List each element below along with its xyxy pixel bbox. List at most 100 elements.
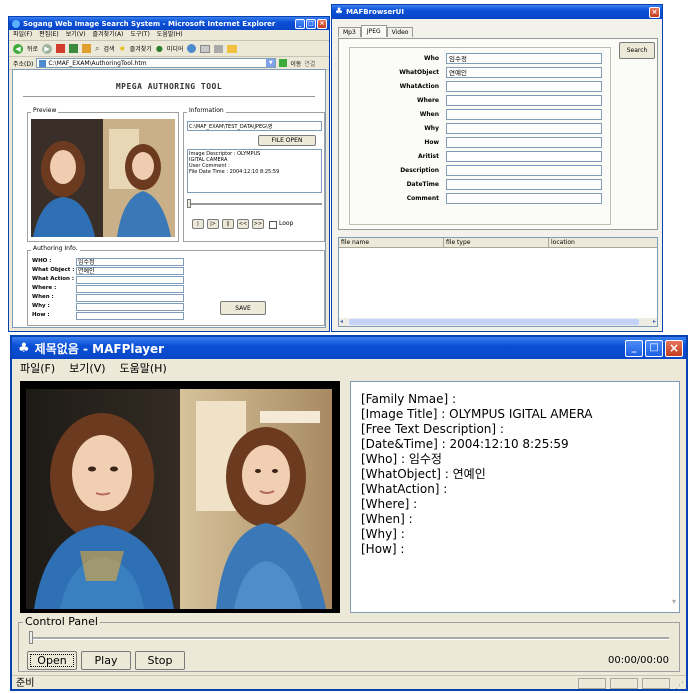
back-icon[interactable]: ◀ [13,43,23,54]
media-icon[interactable]: ● [156,44,163,53]
time-display: 00:00/00:00 [607,655,669,666]
tab-video[interactable]: Video [386,27,414,37]
ie-titlebar[interactable]: Sogang Web Image Search System - Microso… [9,17,329,30]
close-icon[interactable]: × [665,339,683,357]
links-label[interactable]: 연결 [304,59,315,68]
go-button[interactable]: 이동 [290,59,301,68]
preview-label: Preview [31,107,59,114]
menu-item[interactable]: 편집(E) [39,30,59,40]
menu-item[interactable]: 즐겨찾기(A) [93,30,124,40]
menu-help[interactable]: 도움말(H) [120,359,167,378]
tab-jpeg[interactable]: JPEG [360,25,387,37]
browser-window: ♣ MAFBrowserUI × Mp3 JPEG Video Search W… [331,4,663,332]
horizontal-scrollbar[interactable]: ◂ ▸ [339,318,657,326]
open-button[interactable]: Open [27,651,77,670]
meta-input[interactable] [446,179,602,190]
play-button[interactable]: Play [81,651,131,670]
meta-input[interactable] [446,193,602,204]
player-titlebar[interactable]: ♣ 제목없음 - MAFPlayer _ □ × [12,337,686,359]
meta-input[interactable] [446,81,602,92]
search-button[interactable]: Search [619,42,655,59]
meta-input[interactable] [446,137,602,148]
media-label[interactable]: 미디어 [167,44,184,53]
search-label[interactable]: 검색 [104,44,115,53]
go-arrow-icon[interactable] [279,59,288,67]
author-label: Why : [32,303,50,309]
seek-slider[interactable] [187,203,322,205]
minimize-icon[interactable]: _ [625,339,643,357]
metadata-panel[interactable]: [Family Nmae] : [Image Title] : OLYMPUS … [350,381,680,613]
seek-thumb[interactable] [187,199,191,208]
back-label[interactable]: 뒤로 [27,44,38,53]
page-icon [39,59,47,67]
tab-mp3[interactable]: Mp3 [338,27,361,37]
author-label: What Action : [32,276,75,282]
seek-track[interactable] [29,637,669,640]
menu-file[interactable]: 파일(F) [20,359,55,378]
meta-input[interactable] [446,95,602,106]
home-icon[interactable] [82,44,92,53]
author-input[interactable]: 임수정 [76,258,184,266]
meta-input[interactable] [446,123,602,134]
stop-icon[interactable] [56,44,66,53]
column-header[interactable]: location [549,238,657,247]
mail-icon[interactable] [200,44,211,53]
author-row: WHO : 임수정 [32,258,192,267]
author-input[interactable] [76,285,184,293]
close-icon[interactable]: × [649,6,660,18]
loop-checkbox[interactable] [269,221,277,229]
maximize-icon[interactable]: □ [306,18,316,29]
author-input[interactable] [76,312,184,320]
first-frame-button[interactable]: | [192,219,204,229]
rewind-button[interactable]: << [237,219,249,229]
meta-input[interactable] [446,151,602,162]
stop-button[interactable]: Stop [135,651,185,670]
forward-icon[interactable]: ▶ [42,43,53,54]
history-icon[interactable] [187,44,197,53]
play-button[interactable]: |> [207,219,219,229]
menu-item[interactable]: 도움말(H) [157,30,183,40]
author-input[interactable] [76,303,184,311]
scroll-down-icon[interactable]: ▾ [672,594,676,609]
pause-button[interactable]: || [222,219,234,229]
meta-input[interactable]: 연예인 [446,67,602,78]
folder-icon[interactable] [227,44,238,53]
player-menubar: 파일(F) 보기(V) 도움말(H) [12,359,686,378]
close-icon[interactable]: × [317,18,327,29]
author-input[interactable] [76,276,184,284]
file-open-button[interactable]: FILE OPEN [258,135,316,146]
column-header[interactable]: file type [444,238,549,247]
forward-button[interactable]: >> [252,219,264,229]
scroll-left-icon[interactable]: ◂ [340,318,343,325]
favorites-label[interactable]: 즐겨찾기 [130,44,152,53]
browser-titlebar[interactable]: ♣ MAFBrowserUI × [332,5,662,19]
favorites-icon[interactable]: ★ [119,44,126,53]
meta-input[interactable]: 임수정 [446,53,602,64]
print-icon[interactable] [214,44,224,53]
meta-input[interactable] [446,165,602,176]
information-group: Information C:\MAF_EXAM\TEST_DATA\JPEG\영… [183,107,325,242]
chevron-down-icon[interactable]: ▼ [266,59,276,67]
seek-thumb[interactable] [29,631,33,644]
column-header[interactable]: file name [339,238,444,247]
author-input[interactable] [76,294,184,302]
minimize-icon[interactable]: _ [295,18,305,29]
results-list[interactable]: file name file type location ◂ ▸ [338,237,658,327]
maximize-icon[interactable]: □ [645,339,663,357]
menu-item[interactable]: 파일(F) [13,30,32,40]
scroll-right-icon[interactable]: ▸ [653,318,656,325]
address-input[interactable]: C:\MAF_EXAM\AuthoringTool.htm ▼ [36,58,277,68]
resize-grip-icon[interactable]: ⋰ [675,679,684,689]
menu-item[interactable]: 보기(V) [66,30,86,40]
menu-item[interactable]: 도구(T) [130,30,149,40]
file-path-input[interactable]: C:\MAF_EXAM\TEST_DATA\JPEG\영 [187,121,322,131]
author-input[interactable]: 연예인 [76,267,184,275]
player-window: ♣ 제목없음 - MAFPlayer _ □ × 파일(F) 보기(V) 도움말… [10,335,688,691]
menu-view[interactable]: 보기(V) [69,359,105,378]
scroll-thumb[interactable] [349,319,639,325]
descriptor-textarea[interactable]: Image Descriptor : OLYMPUS IGITAL CAMERA… [187,149,322,193]
save-button[interactable]: SAVE [220,301,266,315]
search-icon[interactable]: ⌕ [95,44,99,54]
refresh-icon[interactable] [69,44,79,53]
meta-input[interactable] [446,109,602,120]
